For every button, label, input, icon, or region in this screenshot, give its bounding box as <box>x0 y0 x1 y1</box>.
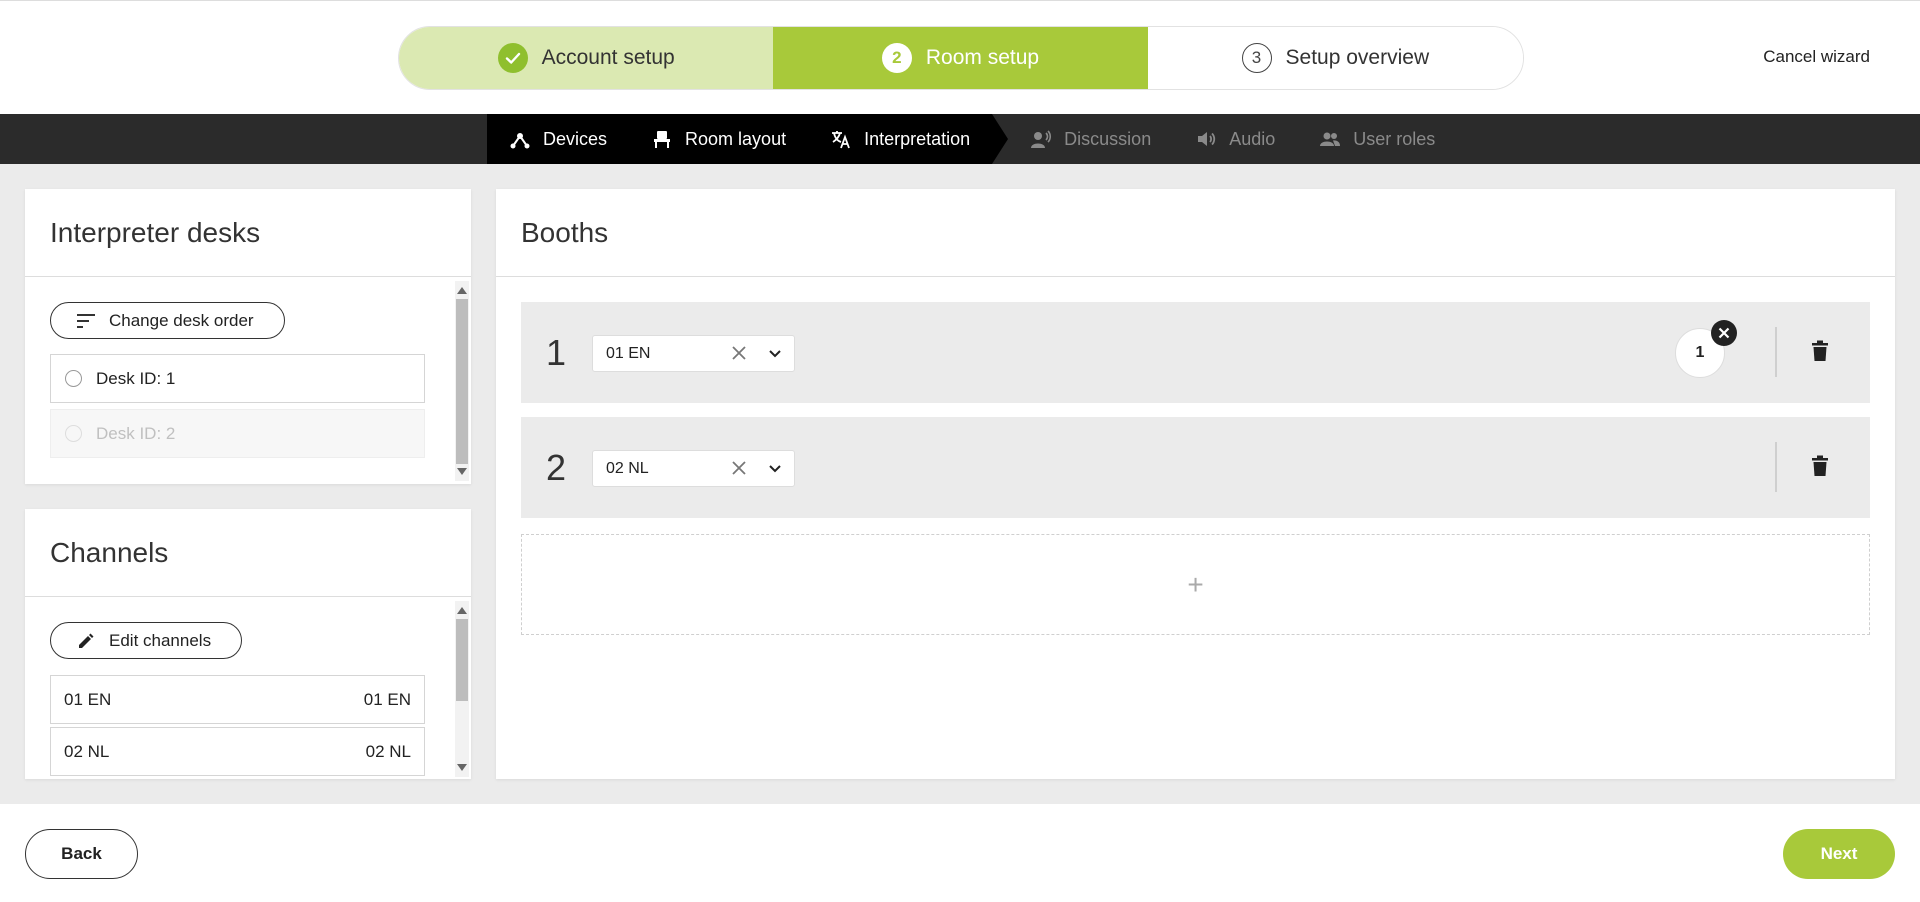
scroll-down-arrow[interactable] <box>457 764 467 771</box>
tab-label: User roles <box>1353 128 1436 149</box>
change-desk-order-button[interactable]: Change desk order <box>50 302 285 339</box>
tab-label: Room layout <box>685 128 787 149</box>
tab-label: Discussion <box>1064 128 1152 149</box>
pencil-icon <box>79 633 94 648</box>
radio-button[interactable] <box>65 370 82 387</box>
desk-label: Desk ID: 1 <box>96 368 176 388</box>
panel-title: Channels <box>25 509 471 597</box>
booth-row: 2 02 NL <box>521 417 1870 518</box>
scroll-up-arrow[interactable] <box>457 607 467 614</box>
chevron-down-icon[interactable] <box>768 347 782 361</box>
channel-value: 02 NL <box>365 741 411 761</box>
back-button[interactable]: Back <box>25 829 138 879</box>
section-nav: Devices Room layout Interpretation Discu… <box>0 114 1920 164</box>
trash-icon[interactable] <box>1811 455 1829 477</box>
channel-item[interactable]: 01 EN 01 EN <box>50 675 425 724</box>
clear-icon[interactable] <box>730 344 748 362</box>
step-label: Setup overview <box>1285 46 1430 69</box>
channel-value: 01 EN <box>363 689 411 709</box>
scroll-thumb[interactable] <box>456 299 468 464</box>
wizard-stepper: Account setup 2 Room setup 3 Setup overv… <box>398 26 1524 90</box>
booth-number: 1 <box>546 331 567 373</box>
tab-discussion: Discussion <box>1008 114 1173 164</box>
desk-label: Desk ID: 2 <box>96 423 176 443</box>
clear-icon[interactable] <box>730 459 748 477</box>
step-number-badge: 2 <box>881 43 912 73</box>
radio-button <box>65 425 82 442</box>
tab-label: Interpretation <box>864 128 971 149</box>
scroll-thumb[interactable] <box>456 619 468 701</box>
channel-select[interactable]: 02 NL <box>592 450 795 487</box>
step-room-setup[interactable]: 2 Room setup <box>773 27 1148 89</box>
channel-name: 02 NL <box>64 741 110 761</box>
channels-panel: Channels Edit channels 01 EN 01 EN 02 NL… <box>25 509 471 779</box>
tab-interpretation[interactable]: Interpretation <box>808 114 993 164</box>
trash-icon[interactable] <box>1811 340 1829 362</box>
tab-user-roles: User roles <box>1297 114 1457 164</box>
next-button[interactable]: Next <box>1783 829 1895 879</box>
users-icon <box>1320 132 1341 146</box>
desk-item: Desk ID: 2 <box>50 409 425 458</box>
panel-title: Interpreter desks <box>25 189 471 277</box>
active-tab-pointer <box>992 114 1009 164</box>
sort-icon <box>77 313 95 328</box>
speaker-icon <box>1198 132 1216 146</box>
tab-label: Audio <box>1229 128 1276 149</box>
discussion-icon <box>1031 130 1052 148</box>
cancel-wizard-link[interactable]: Cancel wizard <box>1763 47 1870 67</box>
channels-scrollbar[interactable] <box>455 601 469 777</box>
step-label: Room setup <box>925 46 1040 69</box>
channel-select[interactable]: 01 EN <box>592 335 795 372</box>
chevron-down-icon[interactable] <box>768 462 782 476</box>
edit-channels-button[interactable]: Edit channels <box>50 622 242 659</box>
select-value: 02 NL <box>606 459 649 477</box>
button-label: Edit channels <box>109 630 212 650</box>
wizard-footer: Back Next <box>0 804 1920 902</box>
channel-item[interactable]: 02 NL 02 NL <box>50 727 425 776</box>
desk-item[interactable]: Desk ID: 1 <box>50 354 425 403</box>
booths-panel: Booths 1 01 EN 1 2 02 NL + <box>496 189 1895 779</box>
step-number-badge: 3 <box>1241 43 1272 73</box>
tab-audio: Audio <box>1173 114 1297 164</box>
divider <box>1775 327 1777 377</box>
tab-devices[interactable]: Devices <box>487 114 630 164</box>
add-booth-button[interactable]: + <box>521 534 1870 635</box>
tab-label: Devices <box>543 128 608 149</box>
devices-icon <box>510 133 530 149</box>
translate-icon <box>832 131 850 149</box>
divider <box>1775 442 1777 492</box>
step-account-setup[interactable]: Account setup <box>399 27 774 89</box>
desks-scrollbar[interactable] <box>455 281 469 481</box>
wizard-header: Account setup 2 Room setup 3 Setup overv… <box>0 0 1920 114</box>
chair-icon <box>654 131 671 148</box>
scroll-up-arrow[interactable] <box>457 287 467 294</box>
step-label: Account setup <box>541 46 675 69</box>
step-setup-overview[interactable]: 3 Setup overview <box>1147 27 1523 89</box>
booth-number: 2 <box>546 446 567 488</box>
scroll-down-arrow[interactable] <box>457 468 467 475</box>
booth-row: 1 01 EN 1 <box>521 302 1870 403</box>
check-icon <box>497 43 528 73</box>
select-value: 01 EN <box>606 344 651 362</box>
tab-room-layout[interactable]: Room layout <box>629 114 809 164</box>
button-label: Change desk order <box>109 310 254 330</box>
remove-desk-icon[interactable] <box>1711 320 1737 346</box>
interpreter-desks-panel: Interpreter desks Change desk order Desk… <box>25 189 471 484</box>
panel-title: Booths <box>496 189 1895 277</box>
channel-name: 01 EN <box>64 689 112 709</box>
